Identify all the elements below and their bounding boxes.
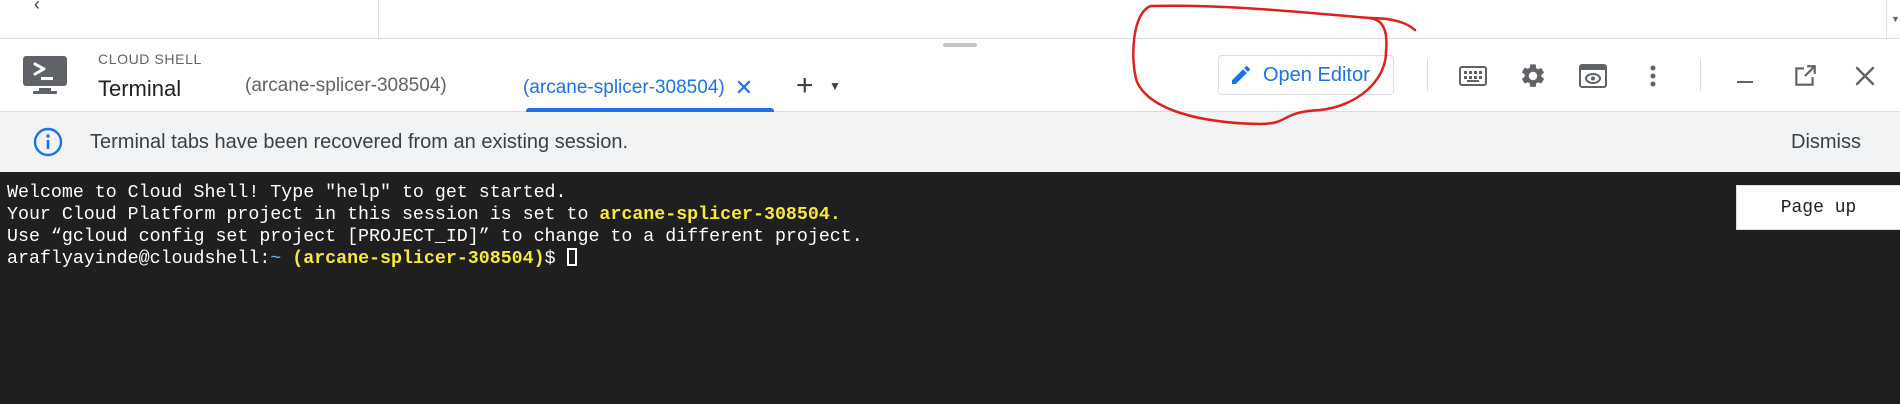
minimize-icon[interactable] <box>1730 61 1760 91</box>
open-editor-label: Open Editor <box>1263 63 1370 86</box>
dismiss-button[interactable]: Dismiss <box>1791 131 1861 154</box>
prompt-project: (arcane-splicer-308504) <box>292 249 545 269</box>
terminal-text: . <box>829 205 841 225</box>
prompt-user: araflyayinde@cloudshell: <box>7 249 271 269</box>
add-tab-dropdown-icon[interactable]: ▼ <box>829 79 841 93</box>
product-eyebrow: CLOUD SHELL <box>98 51 202 67</box>
divider <box>1886 0 1887 39</box>
divider <box>378 0 379 39</box>
terminal-tab-1[interactable]: (arcane-splicer-308504) <box>245 75 447 97</box>
info-icon <box>33 127 63 157</box>
project-id-highlight: arcane-splicer-308504 <box>599 205 830 225</box>
terminal-output: Welcome to Cloud Shell! Type "help" to g… <box>7 182 863 270</box>
terminal-prompt[interactable]: araflyayinde@cloudshell:~ (arcane-splice… <box>7 248 863 270</box>
settings-gear-icon[interactable] <box>1518 61 1548 91</box>
open-in-new-window-icon[interactable] <box>1790 61 1820 91</box>
terminal-line: Your Cloud Platform project in this sess… <box>7 204 863 226</box>
close-panel-icon[interactable] <box>1850 61 1880 91</box>
prompt-symbol: $ <box>544 249 567 269</box>
terminal-text: Your Cloud Platform project in this sess… <box>7 205 600 225</box>
product-title: Terminal <box>98 76 182 101</box>
back-chevron-icon[interactable]: ‹ <box>34 0 40 15</box>
web-preview-icon[interactable] <box>1578 61 1608 91</box>
terminal-line: Use “gcloud config set project [PROJECT_… <box>7 227 863 247</box>
toolbar-separator <box>1700 59 1701 91</box>
terminal-cursor <box>566 248 577 266</box>
cloud-shell-header: CLOUD SHELL Terminal (arcane-splicer-308… <box>0 39 1900 112</box>
open-editor-button[interactable]: Open Editor <box>1218 55 1394 95</box>
banner-message: Terminal tabs have been recovered from a… <box>90 131 629 153</box>
tab-label: (arcane-splicer-308504) <box>523 77 725 98</box>
expand-arrow-icon[interactable]: ▼ <box>1891 14 1900 24</box>
more-vert-icon[interactable] <box>1638 61 1668 91</box>
top-strip: ‹ ▼ <box>0 0 1900 39</box>
terminal-line: Welcome to Cloud Shell! Type "help" to g… <box>7 183 567 203</box>
terminal-tab-2-active[interactable]: (arcane-splicer-308504) ✕ <box>523 75 753 101</box>
terminal-screen[interactable]: Welcome to Cloud Shell! Type "help" to g… <box>0 172 1900 404</box>
toolbar-separator <box>1427 59 1428 91</box>
pencil-edit-icon <box>1232 65 1251 84</box>
cloud-shell-logo-icon <box>23 56 67 94</box>
resize-drag-handle[interactable] <box>943 43 977 47</box>
close-tab-icon[interactable]: ✕ <box>735 75 753 101</box>
keyboard-icon[interactable] <box>1458 61 1488 91</box>
page-up-button[interactable]: Page up <box>1736 185 1900 230</box>
add-tab-plus-icon[interactable]: + <box>796 69 814 103</box>
session-recovered-banner: Terminal tabs have been recovered from a… <box>0 112 1900 172</box>
tab-label: (arcane-splicer-308504) <box>245 75 447 96</box>
prompt-dir: ~ <box>270 249 282 269</box>
